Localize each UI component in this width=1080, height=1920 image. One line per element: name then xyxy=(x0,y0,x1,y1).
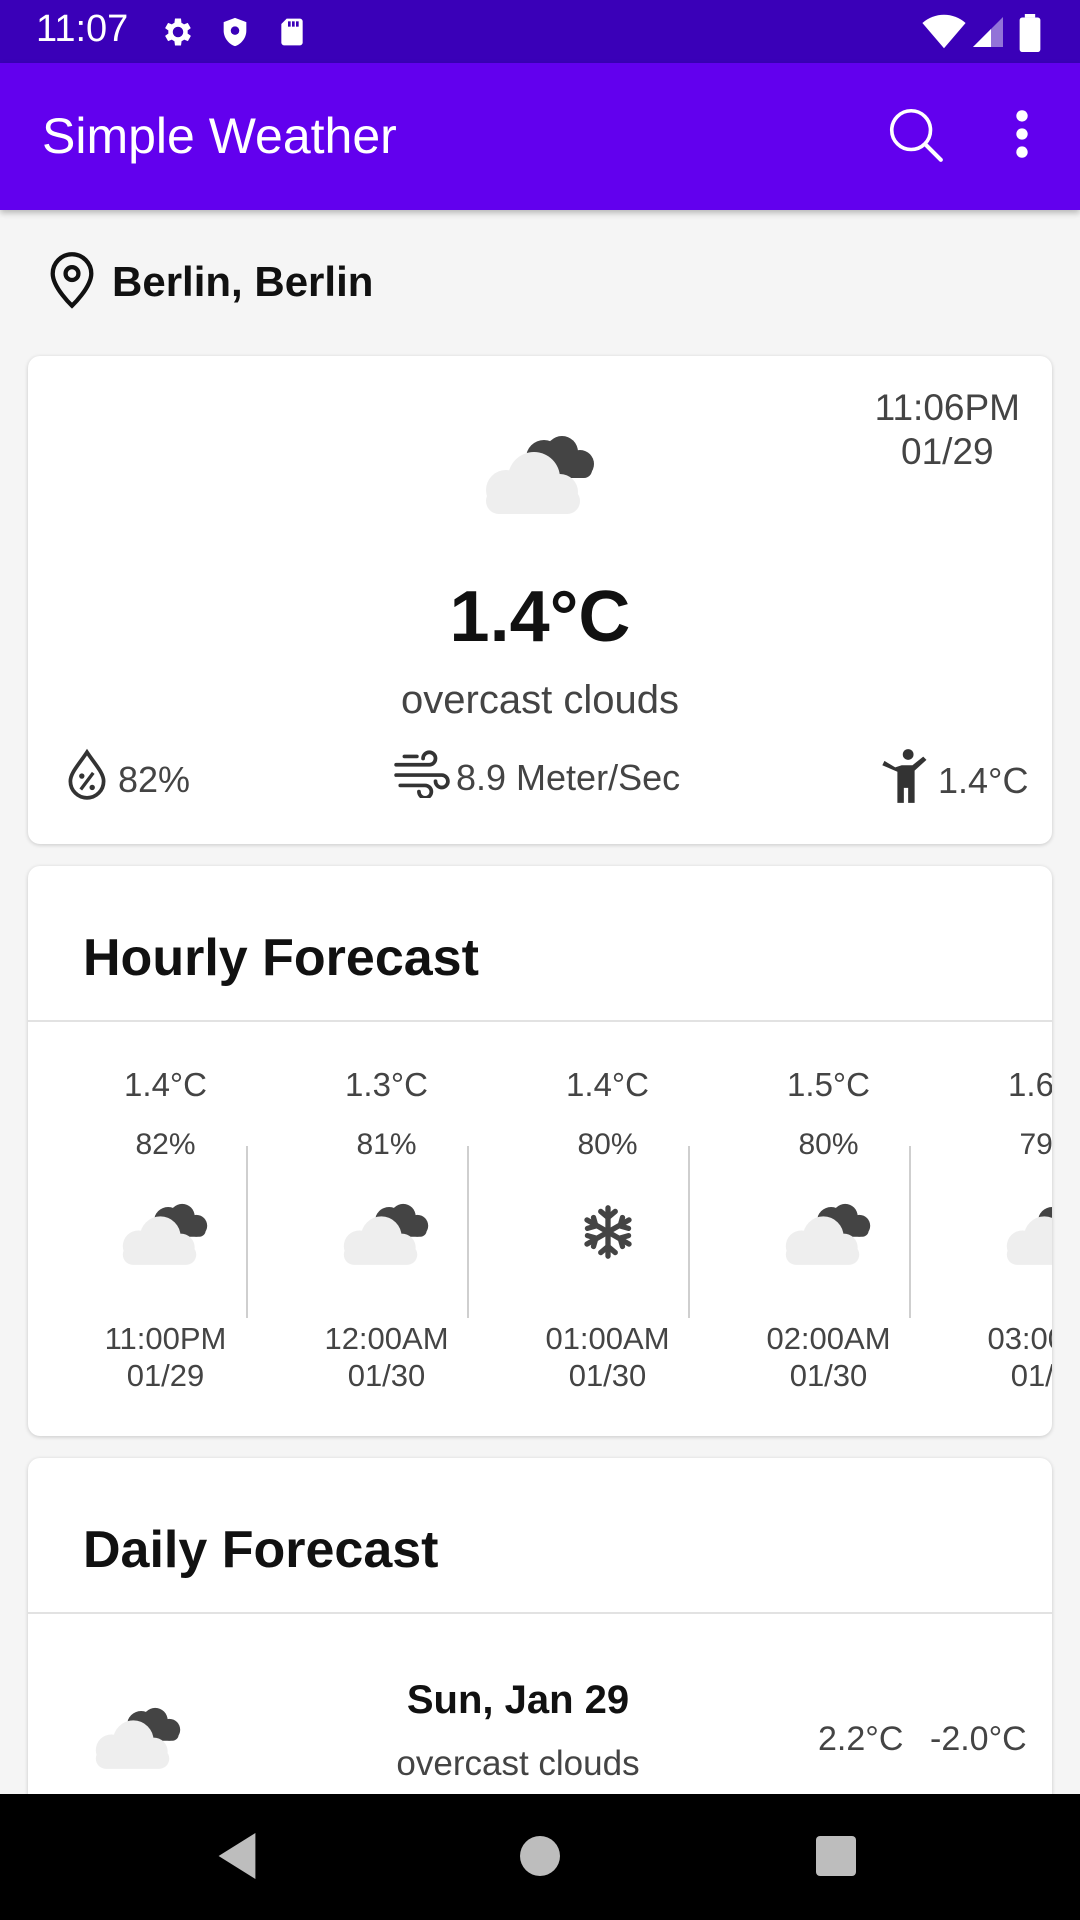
humidity-icon xyxy=(62,748,118,811)
snowflake-icon xyxy=(579,1192,637,1277)
app-title: Simple Weather xyxy=(42,108,397,164)
shield-icon xyxy=(218,14,252,55)
location-pin-icon xyxy=(46,250,98,315)
hourly-date-value: 01/30 xyxy=(568,1358,647,1393)
hourly-humidity: 80% xyxy=(798,1128,859,1161)
hourly-humidity: 82% xyxy=(135,1128,196,1161)
current-description: overcast clouds xyxy=(401,678,679,722)
person-icon xyxy=(880,748,938,813)
hourly-time-value: 03:00AM xyxy=(987,1321,1052,1356)
hourly-item[interactable]: 1.6°C 79% 03:00AM 01/30 xyxy=(939,1066,1052,1393)
hourly-humidity: 79% xyxy=(1019,1128,1052,1161)
hourly-temp: 1.4°C xyxy=(124,1066,207,1103)
hourly-separator xyxy=(909,1146,911,1318)
hourly-date-value: 01/30 xyxy=(1010,1358,1052,1393)
hourly-temp: 1.5°C xyxy=(787,1066,870,1103)
hourly-temp: 1.3°C xyxy=(345,1066,428,1103)
hourly-time: 12:00AM 01/30 xyxy=(276,1320,497,1394)
hourly-time: 03:00AM 01/30 xyxy=(939,1320,1052,1394)
wind-icon xyxy=(392,748,456,807)
current-temperature: 1.4°C xyxy=(449,577,631,657)
hourly-time: 02:00AM 01/30 xyxy=(718,1320,939,1394)
battery-icon xyxy=(1018,14,1042,57)
location-name: Berlin, Berlin xyxy=(112,258,374,305)
home-icon[interactable] xyxy=(516,1830,564,1887)
status-time: 11:07 xyxy=(36,8,129,50)
hourly-item[interactable]: 1.4°C 82% 11:00PM 01/29 xyxy=(55,1066,276,1393)
hourly-humidity: 80% xyxy=(577,1128,638,1161)
hourly-divider xyxy=(28,1020,1052,1022)
feels-like-stat: 1.4°C xyxy=(880,748,1028,813)
hourly-time-value: 02:00AM xyxy=(766,1321,891,1356)
back-icon[interactable] xyxy=(214,1830,260,1887)
hourly-humidity: 81% xyxy=(356,1128,417,1161)
daily-forecast-title: Daily Forecast xyxy=(83,1521,439,1579)
hourly-time: 11:00PM 01/29 xyxy=(55,1320,276,1394)
hourly-date-value: 01/30 xyxy=(789,1358,868,1393)
signal-icon xyxy=(970,14,1006,55)
gear-icon xyxy=(160,14,196,55)
hourly-separator xyxy=(467,1146,469,1318)
overcast-clouds-icon xyxy=(476,422,604,527)
hourly-time-value: 01:00AM xyxy=(545,1321,670,1356)
more-vert-icon[interactable] xyxy=(1004,103,1040,170)
hourly-separator xyxy=(688,1146,690,1318)
daily-day: Sun, Jan 29 xyxy=(406,1678,630,1722)
hourly-date-value: 01/29 xyxy=(126,1358,205,1393)
current-datetime: 11:06PM 01/29 xyxy=(875,386,1020,474)
hourly-forecast-title: Hourly Forecast xyxy=(83,929,479,987)
search-icon[interactable] xyxy=(884,103,946,170)
hourly-time: 01:00AM 01/30 xyxy=(497,1320,718,1394)
humidity-stat: 82% xyxy=(62,748,190,811)
daily-high: 2.2°C xyxy=(818,1720,904,1758)
current-time: 11:06PM xyxy=(874,387,1020,428)
hourly-item[interactable]: 1.5°C 80% 02:00AM 01/30 xyxy=(718,1066,939,1393)
status-bar: 11:07 xyxy=(0,0,1080,63)
hourly-time-value: 11:00PM xyxy=(104,1321,227,1356)
recents-icon[interactable] xyxy=(814,1830,858,1887)
app-bar: Simple Weather xyxy=(0,63,1080,210)
hourly-time-value: 12:00AM xyxy=(324,1321,449,1356)
humidity-value: 82% xyxy=(118,758,191,800)
overcast-clouds-icon xyxy=(88,1696,188,1781)
wind-value: 8.9 Meter/Sec xyxy=(456,756,681,798)
overcast-clouds-icon xyxy=(115,1192,215,1277)
hourly-separator xyxy=(246,1146,248,1318)
daily-low: -2.0°C xyxy=(930,1720,1027,1758)
hourly-date-value: 01/30 xyxy=(347,1358,426,1393)
current-weather-card: 11:06PM 01/29 1.4°C overcast clouds 82% … xyxy=(28,356,1052,844)
current-date: 01/29 xyxy=(901,431,994,472)
navigation-bar xyxy=(0,1794,1080,1920)
sd-card-icon xyxy=(276,14,308,55)
daily-description: overcast clouds xyxy=(396,1744,640,1783)
wind-stat: 8.9 Meter/Sec xyxy=(392,748,680,807)
hourly-item[interactable]: 1.3°C 81% 12:00AM 01/30 xyxy=(276,1066,497,1393)
overcast-clouds-icon xyxy=(778,1192,878,1277)
hourly-temp: 1.4°C xyxy=(566,1066,649,1103)
daily-divider xyxy=(28,1612,1052,1614)
location-header: Berlin, Berlin xyxy=(46,250,373,314)
overcast-clouds-icon xyxy=(999,1192,1052,1277)
wifi-icon xyxy=(922,14,966,55)
feels-like-value: 1.4°C xyxy=(938,759,1029,801)
hourly-temp: 1.6°C xyxy=(1008,1066,1052,1103)
hourly-item[interactable]: 1.4°C 80% 01:00AM 01/30 xyxy=(497,1066,718,1393)
hourly-forecast-card: Hourly Forecast 1.4°C 82% 11:00PM 01/29 … xyxy=(28,866,1052,1436)
overcast-clouds-icon xyxy=(336,1192,436,1277)
